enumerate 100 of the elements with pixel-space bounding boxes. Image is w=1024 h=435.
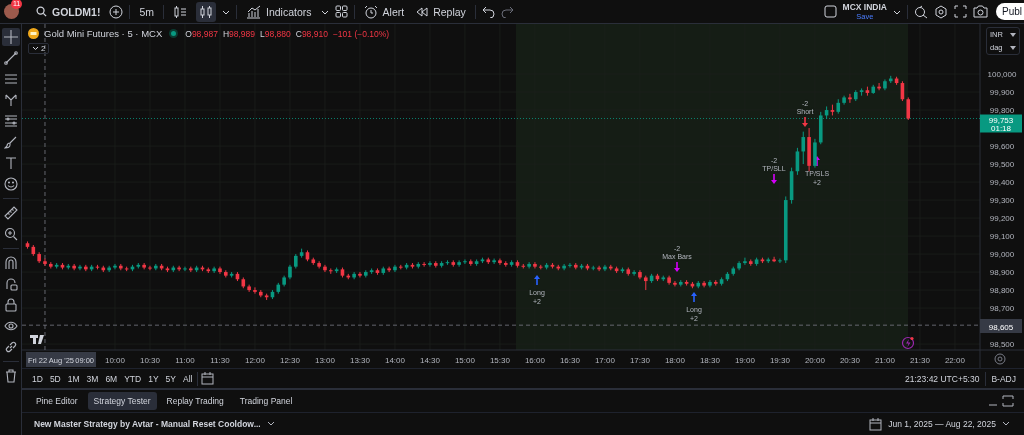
range-button[interactable]: 1M [65, 371, 82, 386]
smiley-tool[interactable] [1, 175, 20, 193]
layout-grid-icon[interactable] [334, 5, 348, 18]
range-button[interactable]: 5Y [163, 371, 178, 386]
ohlc-key: H [222, 28, 229, 39]
calendar-icon[interactable] [201, 372, 215, 385]
price-label: 98,800 [989, 286, 1015, 296]
candlestick [183, 266, 187, 272]
candlestick [492, 258, 496, 265]
candlestick [533, 261, 537, 269]
panel-tab[interactable]: Trading Panel [233, 392, 299, 410]
panel-tab[interactable]: Pine Editor [30, 392, 84, 410]
candlestick [778, 258, 782, 264]
chevron-down-icon [266, 421, 275, 427]
clock-timezone[interactable]: 21:23:42 UTC+5:30 [905, 373, 980, 384]
caret-icon [1010, 32, 1016, 37]
ohlc-key: C [295, 28, 302, 39]
range-button[interactable]: 1D [30, 371, 45, 386]
rewind-icon [416, 6, 429, 17]
arrow-down-icon [802, 117, 808, 127]
calendar-icon[interactable] [869, 417, 883, 431]
last-price-tag: 99,753 01:18 [980, 114, 1022, 133]
candlestick [498, 258, 502, 266]
symbol-search-button[interactable]: GOLDM1! [33, 2, 104, 21]
price-label: 99,300 [989, 196, 1015, 206]
date-range-selector[interactable]: Jun 1, 2025 — Aug 22, 2025 [888, 419, 1010, 429]
candlestick [848, 93, 852, 104]
price-label: 99,200 [989, 214, 1015, 224]
panel-tab[interactable]: Strategy Tester [87, 392, 157, 410]
redo-icon[interactable] [500, 5, 514, 18]
replay-button[interactable]: Replay [413, 2, 469, 21]
quick-search-icon[interactable] [914, 4, 928, 19]
alert-button[interactable]: Alert [360, 1, 408, 22]
search-icon [36, 6, 47, 17]
candlestick [772, 256, 776, 263]
crosshair-tool[interactable] [1, 28, 20, 46]
indicators-collapse-button[interactable]: 2 [28, 43, 50, 54]
alarm-clock-icon [363, 4, 378, 19]
price-change: −101 (−0.10%) [332, 28, 390, 39]
range-button[interactable]: YTD [122, 371, 144, 386]
time-label: 18:30 [699, 355, 720, 365]
range-button[interactable]: 6M [103, 371, 120, 386]
bars-icon [173, 4, 187, 19]
chevron-down-icon [32, 46, 39, 51]
time-label: 15:30 [489, 355, 510, 365]
range-button[interactable]: 5D [47, 371, 63, 386]
alert-trigger-icon[interactable] [901, 336, 915, 350]
symbol-title: Gold Mini Futures · 5 · MCX [44, 28, 163, 39]
chart-icon [246, 4, 261, 19]
time-label: 12:30 [279, 355, 300, 365]
time-label: 11:30 [210, 355, 230, 365]
price-label: 98,900 [989, 268, 1015, 278]
candlestick [329, 267, 333, 275]
candlestick [801, 131, 806, 165]
time-label: 10:30 [139, 355, 160, 365]
undo-icon[interactable] [481, 5, 495, 18]
range-button[interactable]: 1Y [146, 371, 161, 386]
time-label: 15:00 [454, 355, 475, 365]
price-label: 98,500 [989, 340, 1015, 350]
square-icon[interactable] [823, 5, 837, 18]
time-label: 20:00 [804, 355, 825, 365]
strategy-selector[interactable]: New Master Strategy by Avtar - Manual Reset Cooldow... [34, 419, 275, 429]
price-label: 99,800 [989, 106, 1015, 116]
crosshair-price-tag: 98,605 [980, 319, 1022, 333]
price-label: 98,700 [989, 304, 1015, 314]
chevron-down-icon [1002, 421, 1010, 427]
candle-chart-button[interactable] [196, 1, 216, 22]
time-label: 16:30 [559, 355, 580, 365]
time-label: 12:00 [244, 355, 265, 365]
range-button[interactable]: All [181, 371, 195, 386]
ohlc-value: 98,989 [229, 28, 255, 39]
candlestick [113, 263, 117, 270]
candles-icon [199, 4, 213, 19]
candlestick [702, 280, 706, 288]
time-label: 14:00 [384, 355, 405, 365]
time-label: 21:00 [874, 355, 895, 365]
adjustment-button[interactable]: B-ADJ [989, 371, 1018, 386]
camera-icon[interactable] [973, 5, 988, 18]
logo-icon [30, 335, 44, 344]
candlestick [428, 260, 432, 268]
range-button[interactable]: 3M [84, 371, 101, 386]
line-tool[interactable] [1, 49, 20, 67]
time-label: 17:00 [594, 355, 615, 365]
panel-tab[interactable]: Replay Trading [160, 392, 230, 410]
fullscreen-icon[interactable] [954, 5, 967, 18]
candlestick [358, 271, 362, 278]
candlestick [352, 271, 356, 280]
ohlc-value: 98,910 [301, 28, 328, 39]
candlestick [393, 264, 397, 273]
exchange-name[interactable]: MCX INDIA [842, 2, 887, 12]
add-icon[interactable] [109, 4, 124, 19]
candlestick [673, 280, 677, 287]
publish-button[interactable]: Publ [996, 3, 1024, 20]
candlestick [422, 261, 426, 268]
maximize-icon[interactable] [1002, 395, 1014, 407]
indicators-button[interactable]: Indicators [243, 1, 315, 22]
time-label: 18:00 [664, 355, 685, 365]
interval-button[interactable]: 5m [136, 2, 157, 21]
arrow-up-icon [534, 275, 540, 285]
time-label: 14:30 [419, 355, 440, 365]
